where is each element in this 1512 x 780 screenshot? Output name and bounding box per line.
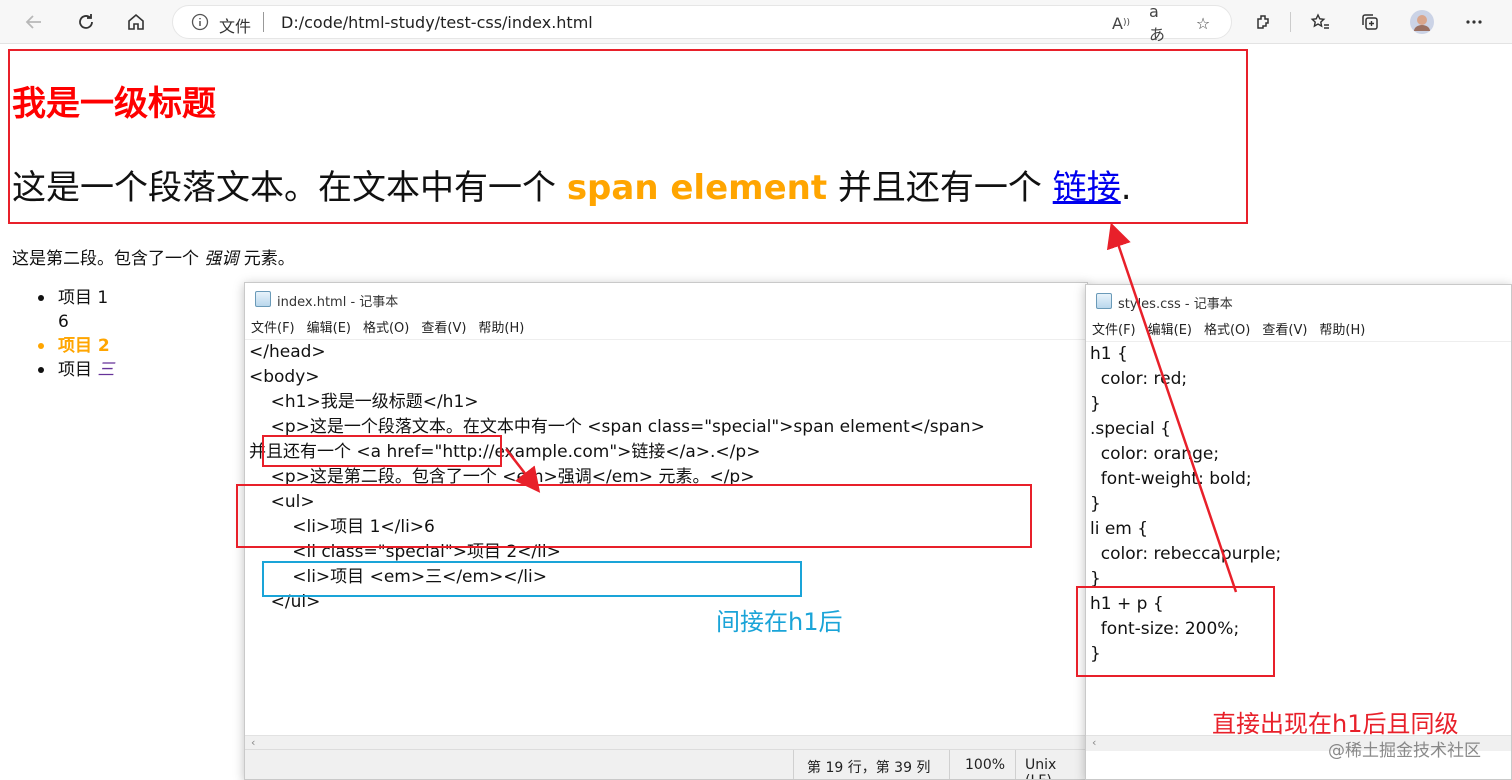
watermark: @稀土掘金技术社区 [1328,741,1481,761]
annotation-arrows [505,222,1238,593]
direct-annotation-label: 直接出现在h1后且同级 [1212,710,1459,738]
indirect-annotation-label: 间接在h1后 [716,608,843,636]
css-to-page-arrow [1106,222,1238,593]
h1-to-p-arrow [505,448,541,493]
